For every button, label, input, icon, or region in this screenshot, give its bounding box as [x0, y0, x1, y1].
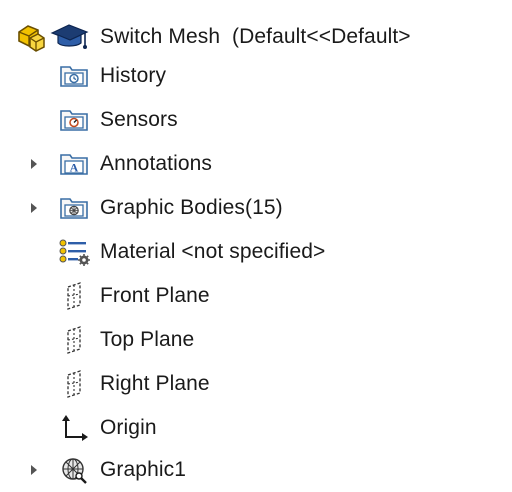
expand-arrow-icon[interactable] [29, 157, 39, 171]
tree-item-graphic1[interactable]: Graphic1 [0, 450, 512, 490]
annotations-folder-icon: A [56, 149, 92, 179]
expand-arrow-icon[interactable] [29, 201, 39, 215]
root-part-name: Switch Mesh (Default<<Default> [100, 17, 411, 57]
part-name: Switch Mesh [100, 25, 221, 48]
sensors-folder-icon [56, 105, 92, 135]
tree-item-right-plane[interactable]: Right Plane [0, 364, 512, 404]
tree-item-origin[interactable]: Origin [0, 408, 512, 448]
tree-item-sensors[interactable]: Sensors [0, 100, 512, 140]
history-folder-icon [56, 61, 92, 91]
tree-item-label: Origin [100, 416, 157, 439]
graphic-bodies-folder-icon [56, 193, 92, 223]
tree-item-label: Front Plane [100, 284, 210, 307]
tree-item-label: Graphic Bodies(15) [100, 196, 283, 219]
svg-text:A: A [70, 161, 79, 175]
tree-item-label: Graphic1 [100, 458, 187, 481]
plane-icon [56, 325, 92, 355]
feature-manager-tree: Switch Mesh (Default<<Default> History S… [0, 0, 512, 492]
tree-item-graphic-bodies[interactable]: Graphic Bodies(15) [0, 188, 512, 228]
tree-item-front-plane[interactable]: Front Plane [0, 276, 512, 316]
tree-item-label: Material <not specified> [100, 240, 326, 263]
tree-item-annotations[interactable]: A Annotations [0, 144, 512, 184]
tree-item-label: Sensors [100, 108, 178, 131]
tree-item-label: History [100, 64, 167, 87]
tree-item-history[interactable]: History [0, 56, 512, 96]
tree-item-top-plane[interactable]: Top Plane [0, 320, 512, 360]
material-icon [56, 237, 92, 267]
tree-item-label: Annotations [100, 152, 213, 175]
plane-icon [56, 369, 92, 399]
configuration-name: (Default<<Default> [232, 25, 411, 48]
origin-icon [56, 413, 92, 443]
plane-icon [56, 281, 92, 311]
tree-item-material[interactable]: Material <not specified> [0, 232, 512, 272]
part-icon [14, 20, 48, 54]
display-states-icon[interactable] [50, 20, 90, 54]
graphic-body-icon [56, 455, 92, 485]
tree-root-item[interactable]: Switch Mesh (Default<<Default> [0, 17, 512, 57]
tree-item-label: Top Plane [100, 328, 195, 351]
tree-item-label: Right Plane [100, 372, 210, 395]
expand-arrow-icon[interactable] [29, 463, 39, 477]
